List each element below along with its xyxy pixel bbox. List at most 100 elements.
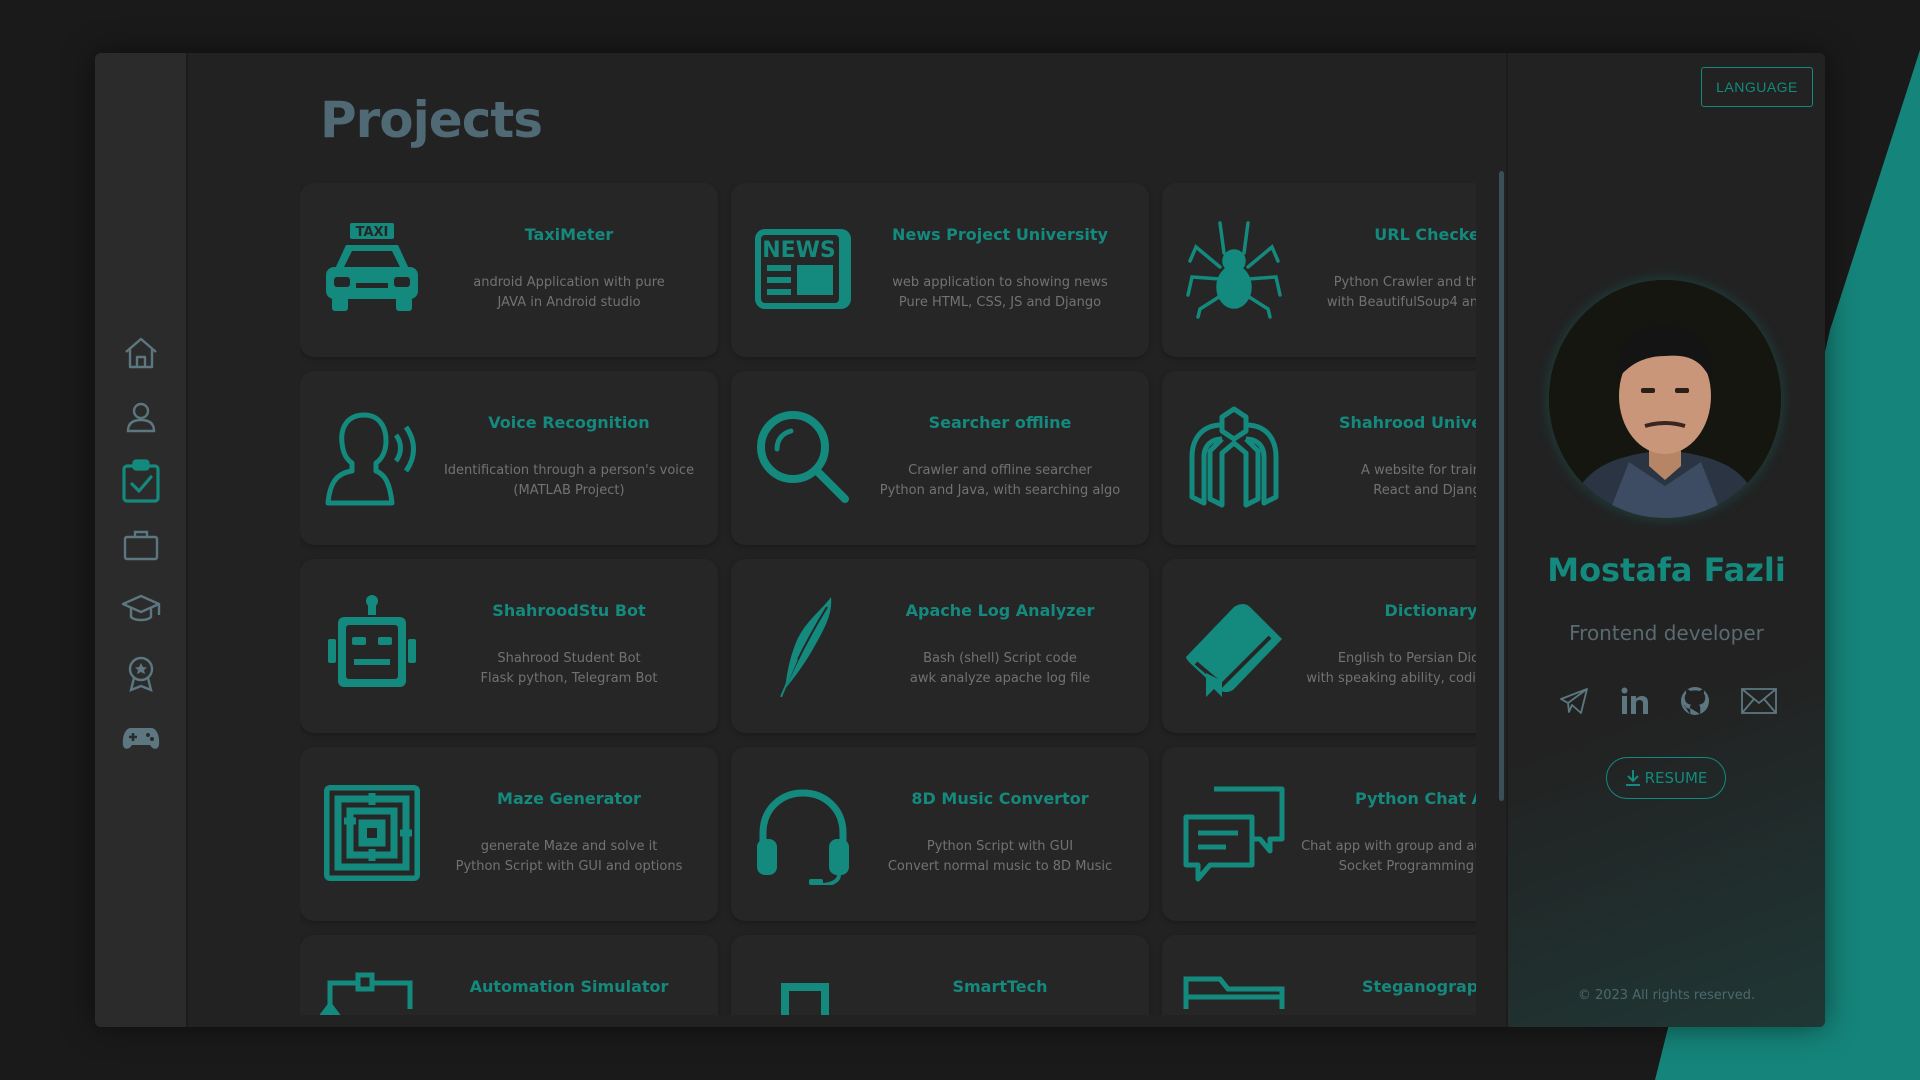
- avatar: [1549, 280, 1781, 518]
- project-description: web application to showing news Pure HTM…: [859, 273, 1141, 313]
- github-link[interactable]: [1679, 685, 1711, 717]
- email-link[interactable]: [1740, 685, 1778, 717]
- project-description-line: English to Persian Dictionary: [1337, 651, 1476, 666]
- project-card[interactable]: Searcher offline Crawler and offline sea…: [731, 371, 1149, 545]
- project-description: A website for training React and Django: [1290, 461, 1476, 501]
- headphones-icon: [751, 781, 855, 885]
- gamepad-icon: [122, 728, 159, 749]
- project-description-line: Identification through a person's voice: [443, 463, 695, 478]
- linkedin-icon: [1621, 687, 1648, 714]
- project-card[interactable]: Python Chat App Chat app with group and …: [1162, 747, 1476, 921]
- project-title: Searcher offline: [928, 413, 1072, 432]
- home-icon: [124, 337, 157, 369]
- project-title: News Project University: [892, 225, 1108, 244]
- project-description-line: Chat app with group and authentication: [1301, 839, 1476, 854]
- project-card[interactable]: NEWS News Project University web applica…: [731, 183, 1149, 357]
- github-icon: [1681, 687, 1710, 715]
- project-description-line: with speaking ability, coding with Java: [1306, 671, 1476, 686]
- project-title: Voice Recognition: [488, 413, 650, 432]
- project-description-line: awk analyze apache log file: [909, 671, 1091, 686]
- taxi-icon: TAXI: [320, 217, 424, 321]
- project-description-line: Convert normal music to 8D Music: [887, 859, 1113, 874]
- svg-text:TAXI: TAXI: [356, 225, 389, 240]
- project-description: English to Persian Dictionary with speak…: [1290, 649, 1476, 689]
- resume-label: RESUME: [1644, 769, 1708, 787]
- project-card[interactable]: TAXI TaxiMeter android Application with …: [300, 183, 718, 357]
- project-description-line: Socket Programming Python: [1338, 859, 1476, 874]
- folder-icon: [1182, 969, 1286, 1015]
- chat-icon: [1182, 781, 1286, 885]
- project-card[interactable]: Maze Generator generate Maze and solve i…: [300, 747, 718, 921]
- project-title: Shahrood University: [1338, 413, 1476, 432]
- project-title: Apache Log Analyzer: [905, 601, 1095, 620]
- clipboard-check-icon: [121, 459, 160, 503]
- language-button[interactable]: LANGUAGE: [1701, 67, 1813, 107]
- project-description-line: Python Script with GUI and options: [455, 859, 683, 874]
- project-title: Dictionary: [1384, 601, 1476, 620]
- sidebar-item-projects[interactable]: [113, 453, 169, 509]
- voice-icon: [320, 405, 424, 509]
- project-description: Bash (shell) Script code awk analyze apa…: [859, 649, 1141, 689]
- project-title: Automation Simulator: [469, 977, 669, 996]
- project-description-line: android Application with pure: [473, 275, 665, 290]
- sidebar-item-games[interactable]: [113, 709, 169, 765]
- project-title: TaxiMeter: [524, 225, 614, 244]
- project-description-line: A website for training: [1361, 463, 1476, 478]
- project-description: Python Script with GUI Convert normal mu…: [859, 837, 1141, 877]
- project-description: generate Maze and solve it Python Script…: [428, 837, 710, 877]
- project-description: Identification through a person's voice …: [428, 461, 710, 501]
- telegram-link[interactable]: [1558, 685, 1590, 717]
- project-description: Python Crawler and threading with Beauti…: [1290, 273, 1476, 313]
- linkedin-link[interactable]: [1619, 685, 1651, 717]
- project-description: Chat app with group and authentication S…: [1290, 837, 1476, 877]
- project-description-line: Crawler and offline searcher: [908, 463, 1092, 478]
- project-card[interactable]: 8D Music Convertor Python Script with GU…: [731, 747, 1149, 921]
- app-window: Projects TAXI TaxiMeter android Applicat…: [95, 53, 1825, 1027]
- copyright-text: © 2023 All rights reserved.: [1577, 988, 1756, 1003]
- project-description-line: Python Crawler and threading: [1333, 275, 1476, 290]
- project-title: 8D Music Convertor: [911, 789, 1089, 808]
- project-card[interactable]: Shahrood University A website for traini…: [1162, 371, 1476, 545]
- newspaper-icon: NEWS: [751, 217, 855, 321]
- robot-icon: [320, 593, 424, 697]
- project-card[interactable]: Apache Log Analyzer Bash (shell) Script …: [731, 559, 1149, 733]
- project-card[interactable]: SmartTech: [731, 935, 1149, 1015]
- project-card[interactable]: Dictionary English to Persian Dictionary…: [1162, 559, 1476, 733]
- project-description: Crawler and offline searcher Python and …: [859, 461, 1141, 501]
- user-icon: [126, 402, 155, 433]
- project-description-line: React and Django: [1373, 483, 1476, 498]
- project-description-line: Shahrood Student Bot: [497, 651, 641, 666]
- project-title: URL Checker: [1374, 225, 1476, 244]
- project-card[interactable]: Voice Recognition Identification through…: [300, 371, 718, 545]
- sidebar-item-experience[interactable]: [113, 517, 169, 573]
- telegram-icon: [1560, 688, 1588, 714]
- maze-icon: [320, 781, 424, 885]
- project-card[interactable]: Automation Simulator: [300, 935, 718, 1015]
- sidebar-item-certificates[interactable]: [113, 645, 169, 701]
- project-card[interactable]: Steganography: [1162, 935, 1476, 1015]
- download-icon: [1625, 770, 1640, 786]
- sidebar-item-education[interactable]: [113, 581, 169, 637]
- projects-grid: TAXI TaxiMeter android Application with …: [300, 183, 1476, 1015]
- university-logo-icon: [1182, 405, 1286, 509]
- projects-section: Projects TAXI TaxiMeter android Applicat…: [188, 53, 1508, 1027]
- sidebar-item-about[interactable]: [113, 389, 169, 445]
- project-card[interactable]: URL Checker Python Crawler and threading…: [1162, 183, 1476, 357]
- profile-photo-icon: [1549, 280, 1781, 518]
- project-description-line: Bash (shell) Script code: [923, 651, 1077, 666]
- project-description-line: Python Script with GUI: [926, 839, 1074, 854]
- svg-text:NEWS: NEWS: [762, 238, 836, 263]
- project-card[interactable]: ShahroodStu Bot Shahrood Student Bot Fla…: [300, 559, 718, 733]
- sidebar-item-home[interactable]: [113, 325, 169, 381]
- project-description: Shahrood Student Bot Flask python, Teleg…: [428, 649, 710, 689]
- scrollbar[interactable]: [1499, 171, 1504, 801]
- resume-button[interactable]: RESUME: [1606, 757, 1726, 799]
- sidebar-nav: [95, 53, 188, 1027]
- profile-name: Mostafa Fazli: [1547, 551, 1786, 589]
- project-title: SmartTech: [952, 977, 1048, 996]
- page-title: Projects: [320, 91, 543, 149]
- project-description: android Application with pure JAVA in An…: [428, 273, 710, 313]
- social-links: [1558, 683, 1778, 719]
- feather-icon: [751, 593, 855, 697]
- profile-role: Frontend developer: [1569, 621, 1764, 645]
